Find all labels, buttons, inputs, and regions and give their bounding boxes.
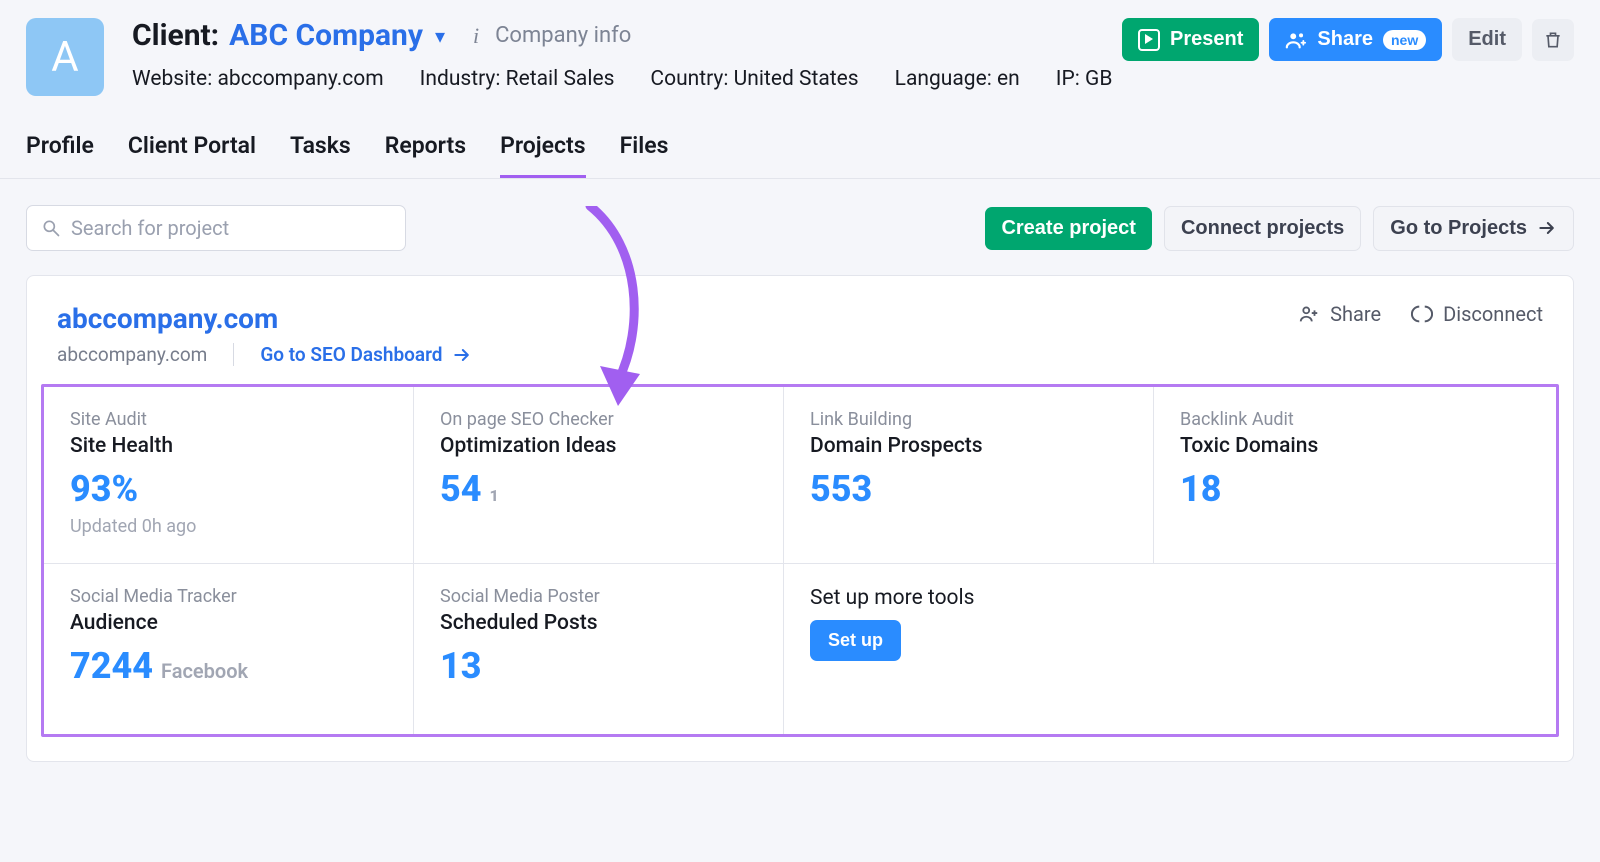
seo-dashboard-link[interactable]: Go to SEO Dashboard <box>260 343 472 366</box>
meta-industry-label: Industry: <box>420 67 501 91</box>
tab-files[interactable]: Files <box>620 132 669 178</box>
widgets-grid: Site Audit Site Health 93% Updated 0h ag… <box>41 384 1559 737</box>
trash-icon <box>1543 30 1563 50</box>
widget-title: Scheduled Posts <box>440 611 757 635</box>
widget-overline: Social Media Tracker <box>70 586 387 607</box>
arrow-right-icon <box>452 345 472 365</box>
person-add-icon <box>1298 303 1320 325</box>
meta-industry-value: Retail Sales <box>506 67 615 91</box>
edit-button[interactable]: Edit <box>1452 18 1522 61</box>
connect-projects-button[interactable]: Connect projects <box>1164 206 1361 251</box>
project-card: abccompany.com abccompany.com Go to SEO … <box>26 275 1574 762</box>
widget-overline: Link Building <box>810 409 1127 430</box>
meta-website-value: abccompany.com <box>218 67 384 91</box>
widget-overline: Social Media Poster <box>440 586 757 607</box>
widget-title: Site Health <box>70 434 387 458</box>
client-header: A Client: ABC Company ▾ i Company info W… <box>0 0 1600 108</box>
meta-website-label: Website: <box>132 67 212 91</box>
widget-social-poster[interactable]: Social Media Poster Scheduled Posts 13 <box>414 564 784 734</box>
project-domain: abccompany.com <box>57 343 234 366</box>
share-button[interactable]: Share new <box>1269 18 1442 61</box>
tab-profile[interactable]: Profile <box>26 132 94 178</box>
widget-overline: On page SEO Checker <box>440 409 757 430</box>
project-share-label: Share <box>1330 302 1381 326</box>
go-to-projects-button[interactable]: Go to Projects <box>1373 206 1574 251</box>
widget-seo-checker[interactable]: On page SEO Checker Optimization Ideas 5… <box>414 387 784 564</box>
widget-note: Facebook <box>161 659 248 683</box>
widget-value: 13 <box>440 645 482 687</box>
client-label: Client: <box>132 18 219 53</box>
meta-language-label: Language: <box>895 67 992 91</box>
widget-title: Audience <box>70 611 387 635</box>
meta-ip-value: GB <box>1085 67 1112 91</box>
arrow-right-icon <box>1537 218 1557 238</box>
play-icon <box>1138 29 1160 51</box>
present-label: Present <box>1170 28 1243 51</box>
go-to-projects-label: Go to Projects <box>1390 217 1527 240</box>
project-title[interactable]: abccompany.com <box>57 302 472 335</box>
project-disconnect-label: Disconnect <box>1443 302 1543 326</box>
widget-subtext: Updated 0h ago <box>70 516 387 537</box>
client-name-dropdown[interactable]: ABC Company <box>229 18 423 53</box>
people-icon <box>1285 29 1307 51</box>
info-icon[interactable]: i <box>473 23 479 49</box>
widget-backlink-audit[interactable]: Backlink Audit Toxic Domains 18 <box>1154 387 1556 564</box>
search-icon <box>41 218 61 238</box>
present-button[interactable]: Present <box>1122 18 1259 61</box>
widget-link-building[interactable]: Link Building Domain Prospects 553 <box>784 387 1154 564</box>
tab-projects[interactable]: Projects <box>500 132 586 178</box>
disconnect-icon <box>1411 303 1433 325</box>
create-project-button[interactable]: Create project <box>985 207 1152 250</box>
project-share-button[interactable]: Share <box>1298 302 1381 326</box>
more-tools-title: Set up more tools <box>810 586 1530 610</box>
widget-value: 93% <box>70 468 138 510</box>
projects-toolbar: Search for project Create project Connec… <box>0 179 1600 251</box>
project-disconnect-button[interactable]: Disconnect <box>1411 302 1543 326</box>
meta-language-value: en <box>997 67 1020 91</box>
widget-title: Domain Prospects <box>810 434 1127 458</box>
share-label: Share <box>1317 28 1373 51</box>
meta-ip-label: IP: <box>1056 67 1080 91</box>
tab-tasks[interactable]: Tasks <box>290 132 351 178</box>
widget-overline: Site Audit <box>70 409 387 430</box>
meta-country-label: Country: <box>650 67 728 91</box>
widget-value: 7244 <box>70 645 153 687</box>
widget-overline: Backlink Audit <box>1180 409 1530 430</box>
widget-value: 54 <box>440 468 482 510</box>
search-placeholder: Search for project <box>71 216 229 240</box>
widget-site-audit[interactable]: Site Audit Site Health 93% Updated 0h ag… <box>44 387 414 564</box>
delete-button[interactable] <box>1532 19 1574 61</box>
widget-title: Optimization Ideas <box>440 434 757 458</box>
client-meta: Website: abccompany.com Industry: Retail… <box>132 67 1122 91</box>
setup-button[interactable]: Set up <box>810 620 901 661</box>
widget-more-tools: Set up more tools Set up <box>784 564 1556 734</box>
widget-value: 553 <box>810 468 872 510</box>
search-input[interactable]: Search for project <box>26 205 406 251</box>
client-avatar: A <box>26 18 104 96</box>
widget-social-tracker[interactable]: Social Media Tracker Audience 7244 Faceb… <box>44 564 414 734</box>
tabs: Profile Client Portal Tasks Reports Proj… <box>0 108 1600 179</box>
header-actions: Present Share new Edit <box>1122 18 1574 61</box>
seo-dashboard-label: Go to SEO Dashboard <box>260 343 442 366</box>
widget-title: Toxic Domains <box>1180 434 1530 458</box>
chevron-down-icon[interactable]: ▾ <box>435 24 445 48</box>
meta-country-value: United States <box>734 67 859 91</box>
new-badge: new <box>1383 30 1426 50</box>
tab-client-portal[interactable]: Client Portal <box>128 132 256 178</box>
widget-value: 18 <box>1180 468 1222 510</box>
widget-small: 1 <box>490 486 499 505</box>
company-info-link[interactable]: Company info <box>495 23 631 48</box>
tab-reports[interactable]: Reports <box>385 132 466 178</box>
